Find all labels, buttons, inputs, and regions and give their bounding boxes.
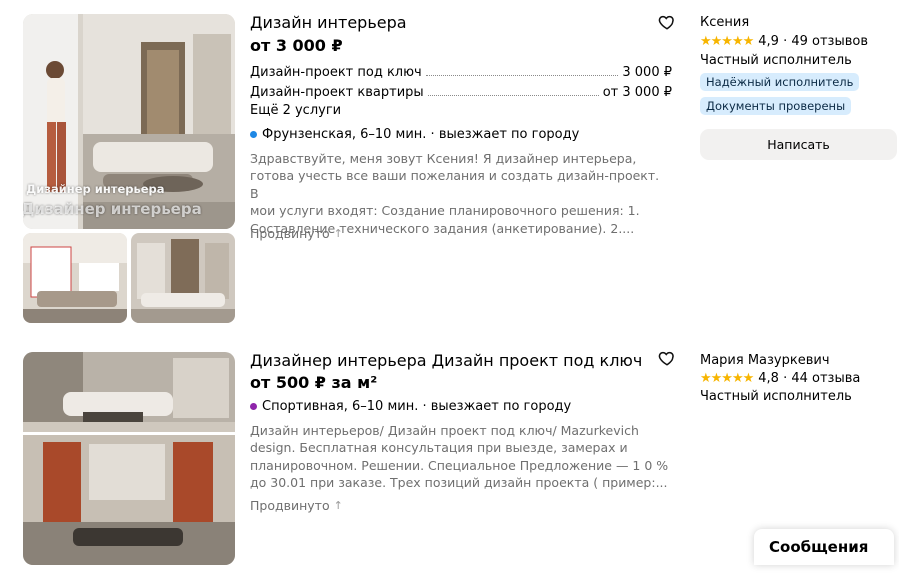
promoted-text: Продвинуто	[250, 226, 330, 241]
photo-overlay-text: Дизайнер интерьера	[26, 182, 165, 196]
more-services-link[interactable]: Ещё 2 услуги	[250, 103, 341, 118]
service-name: Дизайн-проект квартиры	[250, 85, 424, 100]
arrow-up-icon: ↑	[333, 499, 343, 512]
metro-line-dot	[250, 131, 257, 138]
promoted-label: Продвинуто ↑	[250, 226, 343, 241]
listing-price: от 500 ₽ за м²	[250, 373, 378, 392]
seller-rating[interactable]: ★★★★★ 4,8 · 44 отзыва	[700, 371, 860, 386]
heart-icon[interactable]	[658, 349, 676, 367]
seller-type: Частный исполнитель	[700, 53, 852, 68]
promoted-text: Продвинуто	[250, 498, 330, 513]
description-line: готова учесть все ваши пожелания и созда…	[250, 168, 660, 201]
service-price: от 3 000 ₽	[602, 85, 672, 100]
listing-description: Здравствуйте, меня зовут Ксения! Я дизай…	[250, 150, 670, 237]
seller-rating[interactable]: ★★★★★ 4,9 · 49 отзывов	[700, 34, 868, 49]
listing-address: Спортивная, 6–10 мин. · выезжает по горо…	[250, 399, 571, 414]
service-price: 3 000 ₽	[622, 65, 672, 80]
photo-overlay-text-large: Дизайнер интерьера	[23, 200, 202, 218]
listing-main-photo[interactable]: Дизайнер интерьера Дизайнер интерьера	[23, 14, 235, 229]
seller-name[interactable]: Мария Мазуркевич	[700, 353, 830, 368]
interior-photo-image	[23, 14, 235, 229]
address-text: Фрунзенская, 6–10 мин. · выезжает по гор…	[262, 127, 580, 142]
listing-title[interactable]: Дизайнер интерьера Дизайн проект под клю…	[250, 351, 642, 370]
listing-card[interactable]: Дизайнер интерьера Дизайнер интерьера Ди…	[0, 0, 899, 340]
service-row: Дизайн-проект под ключ 3 000 ₽	[250, 62, 672, 80]
description-line: до 30.01 при заказе. Трех позиций дизайн…	[250, 475, 668, 491]
description-line: Здравствуйте, меня зовут Ксения! Я дизай…	[250, 151, 637, 166]
rating-stars: ★★★★★	[700, 34, 754, 49]
listing-thumb-2[interactable]	[131, 233, 235, 323]
description-line: планировочном. Решении. Специальное Пред…	[250, 457, 669, 473]
description-line: мои услуги входят: Создание планировочно…	[250, 203, 640, 219]
reliable-badge: Надёжный исполнитель	[700, 73, 860, 91]
interior-photo-image	[23, 352, 235, 565]
address-text: Спортивная, 6–10 мин. · выезжает по горо…	[262, 399, 572, 414]
service-row: Дизайн-проект квартиры от 3 000 ₽	[250, 82, 672, 100]
rating-text: 4,8 · 44 отзыва	[758, 371, 861, 386]
seller-type: Частный исполнитель	[700, 389, 852, 404]
listing-address: Фрунзенская, 6–10 мин. · выезжает по гор…	[250, 127, 579, 142]
rating-stars: ★★★★★	[700, 371, 754, 386]
description-line: Дизайн интерьеров/ Дизайн проект под клю…	[250, 423, 639, 438]
listing-description: Дизайн интерьеров/ Дизайн проект под клю…	[250, 422, 670, 492]
write-message-button[interactable]: Написать	[700, 129, 897, 160]
dotted-leader	[427, 95, 599, 96]
dotted-leader	[425, 75, 619, 76]
rating-text: 4,9 · 49 отзывов	[758, 34, 869, 49]
service-name: Дизайн-проект под ключ	[250, 65, 422, 80]
description-line: design. Бесплатная консультация при выез…	[250, 440, 628, 456]
listing-price: от 3 000 ₽	[250, 36, 343, 55]
heart-icon-svg	[658, 351, 674, 366]
messages-button[interactable]: Сообщения	[754, 529, 894, 565]
arrow-up-icon: ↑	[333, 227, 343, 240]
interior-thumb-image	[23, 233, 127, 323]
listing-thumb-1[interactable]	[23, 233, 127, 323]
listing-main-photo[interactable]	[23, 352, 235, 565]
seller-name[interactable]: Ксения	[700, 15, 749, 30]
listing-title[interactable]: Дизайн интерьера	[250, 13, 407, 32]
heart-icon-svg	[658, 15, 674, 30]
interior-thumb-image	[131, 233, 235, 323]
promoted-label: Продвинуто ↑	[250, 498, 343, 513]
metro-line-dot	[250, 403, 257, 410]
heart-icon[interactable]	[658, 13, 676, 31]
documents-verified-badge: Документы проверены	[700, 97, 852, 115]
